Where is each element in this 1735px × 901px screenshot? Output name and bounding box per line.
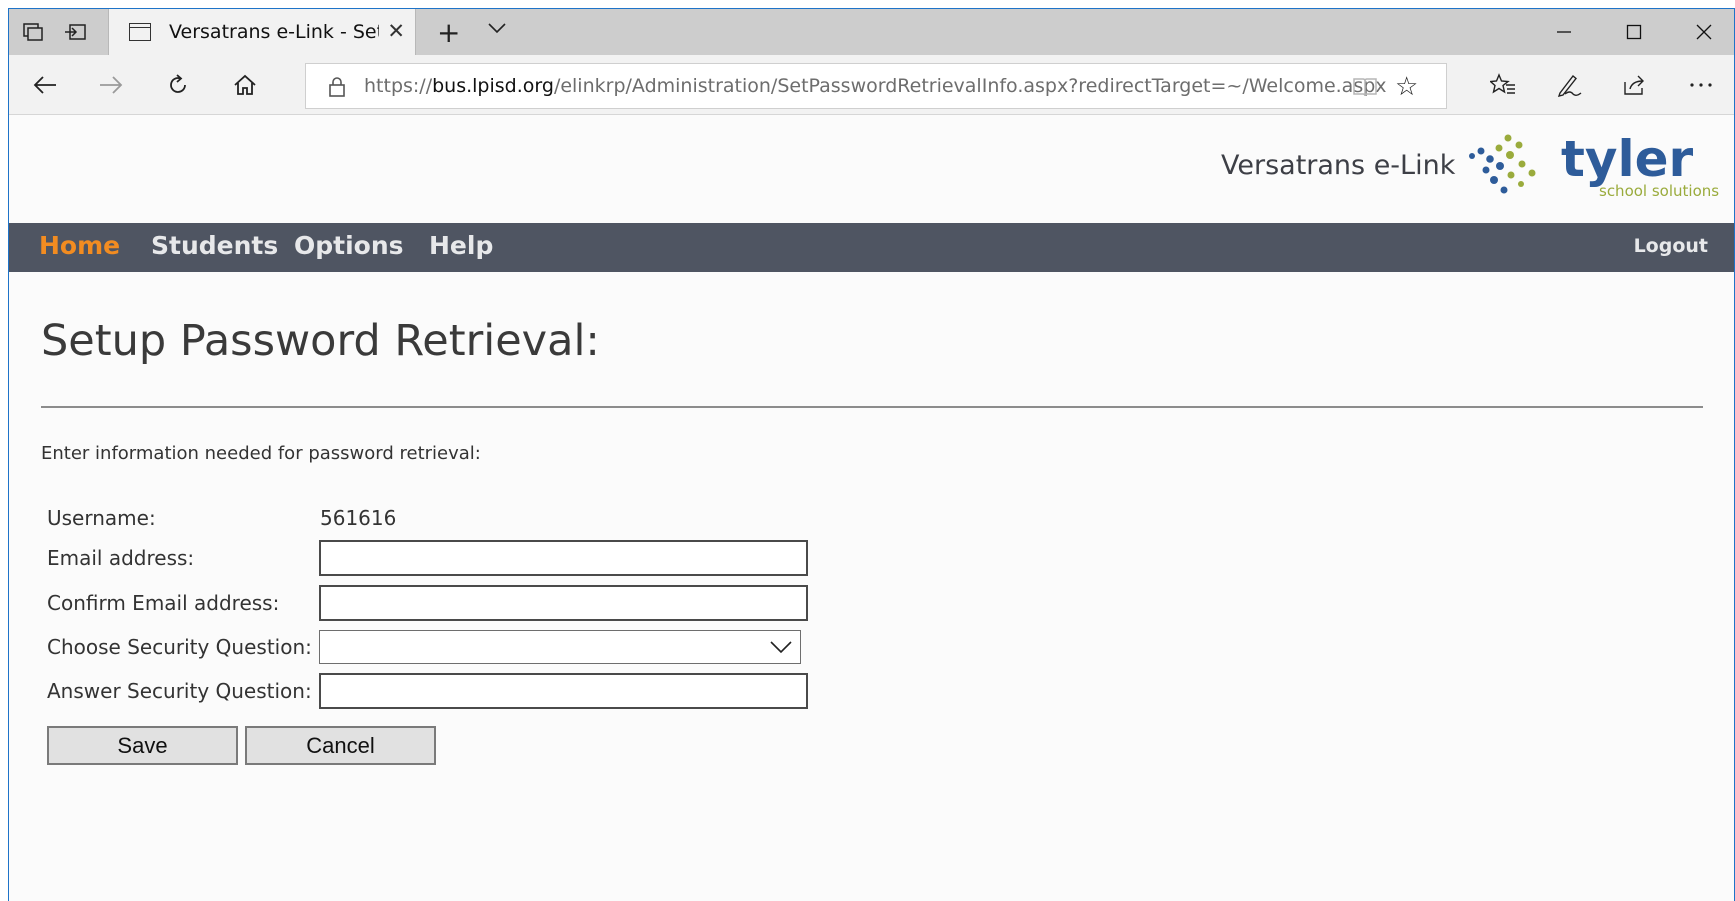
url-host: bus.lpisd.org bbox=[432, 75, 554, 97]
address-bar[interactable]: https://bus.lpisd.org/elinkrp/Administra… bbox=[305, 63, 1447, 109]
brand-name: Versatrans e-Link bbox=[1221, 150, 1456, 181]
page-content: Versatrans e-Link tyler school solutions… bbox=[9, 116, 1734, 901]
favorites-list-icon[interactable] bbox=[1481, 65, 1525, 105]
favorite-star-icon[interactable]: ☆ bbox=[1395, 72, 1418, 102]
email-label: Email address: bbox=[47, 546, 195, 570]
pen-notes-icon[interactable] bbox=[1547, 65, 1591, 105]
maximize-icon[interactable] bbox=[1599, 9, 1669, 55]
tab-bar: Versatrans e-Link - Setu ✕ + bbox=[9, 9, 1734, 56]
email-field[interactable] bbox=[319, 540, 808, 576]
lock-icon bbox=[328, 76, 346, 102]
refresh-icon[interactable] bbox=[158, 65, 198, 105]
nav-item-home[interactable]: Home bbox=[39, 231, 120, 260]
username-value: 561616 bbox=[320, 506, 397, 530]
chevron-down-icon[interactable] bbox=[487, 18, 507, 42]
chevron-down-icon bbox=[770, 638, 792, 660]
set-tabs-aside-icon[interactable] bbox=[55, 9, 95, 55]
logout-link[interactable]: Logout bbox=[1634, 235, 1708, 257]
page-icon bbox=[129, 23, 151, 41]
page-title: Setup Password Retrieval: bbox=[41, 316, 600, 366]
address-toolbar: https://bus.lpisd.org/elinkrp/Administra… bbox=[9, 55, 1734, 115]
security-question-select[interactable] bbox=[319, 630, 801, 664]
confirm-email-label: Confirm Email address: bbox=[47, 591, 280, 615]
logo-tagline: school solutions bbox=[1599, 182, 1719, 200]
home-icon[interactable] bbox=[225, 65, 265, 105]
logo-dots bbox=[1469, 134, 1536, 194]
nav-item-students[interactable]: Students bbox=[151, 231, 278, 260]
more-options-icon[interactable] bbox=[1679, 65, 1723, 105]
url-path: /elinkrp/Administration/SetPasswordRetri… bbox=[553, 75, 1387, 97]
nav-item-options[interactable]: Options bbox=[294, 231, 404, 260]
divider bbox=[41, 406, 1703, 408]
reading-view-icon[interactable] bbox=[1352, 76, 1378, 102]
nav-item-help[interactable]: Help bbox=[429, 231, 493, 260]
browser-window: Versatrans e-Link - Setu ✕ + https://bus… bbox=[8, 8, 1735, 901]
close-window-icon[interactable] bbox=[1669, 9, 1734, 55]
main-nav: Home Students Options Help Logout bbox=[9, 223, 1734, 272]
back-icon[interactable] bbox=[25, 65, 65, 105]
security-question-label: Choose Security Question: bbox=[47, 635, 312, 659]
security-answer-field[interactable] bbox=[319, 673, 808, 709]
new-tab-icon[interactable]: + bbox=[437, 16, 460, 49]
tyler-logo[interactable]: tyler school solutions bbox=[1466, 128, 1726, 208]
minimize-icon[interactable] bbox=[1529, 9, 1599, 55]
close-tab-icon[interactable]: ✕ bbox=[387, 19, 405, 43]
tab-sets-icon[interactable] bbox=[13, 9, 53, 55]
cancel-button[interactable]: Cancel bbox=[245, 726, 436, 765]
share-icon[interactable] bbox=[1613, 65, 1657, 105]
forward-icon[interactable] bbox=[91, 65, 131, 105]
tab-title: Versatrans e-Link - Setu bbox=[169, 21, 379, 43]
tab-active[interactable]: Versatrans e-Link - Setu ✕ bbox=[108, 9, 416, 56]
logo-word: tyler bbox=[1561, 130, 1694, 188]
security-answer-label: Answer Security Question: bbox=[47, 679, 312, 703]
username-label: Username: bbox=[47, 506, 156, 530]
url-prefix: https:// bbox=[364, 75, 433, 97]
confirm-email-field[interactable] bbox=[319, 585, 808, 621]
url-text[interactable]: https://bus.lpisd.org/elinkrp/Administra… bbox=[364, 75, 1387, 97]
intro-text: Enter information needed for password re… bbox=[41, 443, 481, 464]
save-button[interactable]: Save bbox=[47, 726, 238, 765]
